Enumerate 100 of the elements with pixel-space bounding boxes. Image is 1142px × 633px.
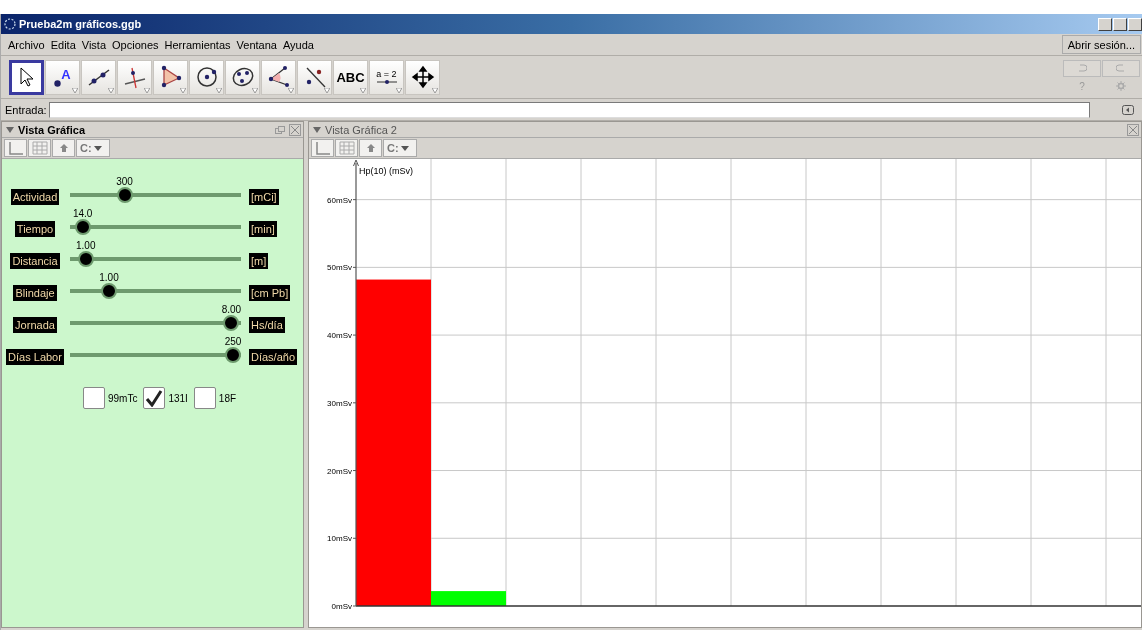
ellipse-tool-button[interactable]: [225, 59, 260, 95]
undo-icon: [1077, 64, 1087, 72]
login-button[interactable]: Abrir sesión...: [1061, 35, 1141, 54]
ellipse-icon: [230, 65, 255, 89]
menu-item[interactable]: Ayuda: [279, 38, 317, 51]
unit-label: Días/año: [249, 349, 298, 365]
unit-label: [m]: [249, 253, 269, 269]
point-icon: [54, 79, 62, 87]
dropdown-triangle-icon[interactable]: [108, 87, 114, 93]
slider-label: Días Labor: [6, 349, 64, 365]
menu-item[interactable]: Archivo: [5, 38, 48, 51]
slider[interactable]: [70, 218, 241, 236]
tick-label: 30mSv: [327, 398, 352, 408]
slider-value: 8.00: [221, 305, 242, 315]
dropdown-triangle-icon[interactable]: [324, 87, 330, 93]
polygon-tool-button[interactable]: [153, 59, 188, 95]
move-tool-button[interactable]: [405, 59, 440, 95]
close-icon[interactable]: [1127, 123, 1139, 136]
dropdown-triangle-icon[interactable]: [360, 87, 366, 93]
dropdown-triangle-icon[interactable]: [180, 87, 186, 93]
dropdown-triangle-icon[interactable]: [288, 87, 294, 93]
slider-thumb[interactable]: [223, 315, 240, 331]
slider-value: 250: [224, 337, 242, 347]
slider-thumb[interactable]: [116, 187, 133, 203]
view-title: Vista Gráfica: [18, 123, 87, 136]
close-icon[interactable]: [289, 123, 301, 136]
maximize-button[interactable]: [1113, 17, 1127, 31]
angle-tool-button[interactable]: [261, 59, 296, 95]
input-field[interactable]: [48, 101, 1090, 118]
input-label: Entrada:: [5, 103, 47, 116]
tick-label: 50mSv: [327, 263, 352, 273]
text-tool-button[interactable]: ABC: [333, 59, 368, 95]
slider[interactable]: [70, 282, 241, 300]
close-button[interactable]: [1128, 17, 1142, 31]
tick-label: 10mSv: [327, 534, 352, 544]
checkbox[interactable]: [143, 387, 166, 409]
dropdown-triangle-icon[interactable]: [396, 87, 402, 93]
menu-item[interactable]: Opciones: [109, 38, 162, 51]
home-button[interactable]: [359, 139, 382, 157]
slider[interactable]: [70, 186, 241, 204]
slider-label: Tiempo: [14, 221, 56, 237]
app-icon: [4, 18, 16, 30]
slider-thumb[interactable]: [225, 347, 241, 363]
slider-icon: [375, 78, 398, 85]
perpendicular-tool-button[interactable]: [117, 59, 152, 95]
dropdown-triangle-icon[interactable]: [216, 87, 222, 93]
point-tool-button[interactable]: A: [45, 59, 80, 95]
dropdown-triangle-icon[interactable]: [252, 87, 258, 93]
grid-icon: [338, 141, 355, 155]
move-arrows-icon: [410, 65, 435, 89]
collapse-triangle-icon[interactable]: [313, 126, 321, 133]
slider-thumb[interactable]: [74, 219, 91, 235]
point-capture-dropdown[interactable]: C:: [383, 139, 417, 157]
slider-value: 1.00: [99, 273, 119, 283]
checkbox[interactable]: [82, 387, 105, 409]
slider[interactable]: [70, 314, 241, 332]
slider[interactable]: [70, 250, 241, 268]
slider-thumb[interactable]: [77, 251, 94, 267]
circle-tool-button[interactable]: [189, 59, 224, 95]
home-button[interactable]: [52, 139, 75, 157]
view-title: Vista Gráfica 2: [325, 123, 398, 136]
axes-icon: [7, 141, 24, 155]
menu-item[interactable]: Herramientas: [161, 38, 234, 51]
perpendicular-lines-icon: [122, 65, 147, 89]
pointer-tool-button[interactable]: [9, 59, 44, 95]
menu-item[interactable]: Ventana: [233, 38, 280, 51]
checkbox-label: 99mTc: [107, 392, 138, 404]
dropdown-triangle-icon[interactable]: [72, 87, 78, 93]
slider-label: Blindaje: [13, 285, 57, 301]
unit-label: Hs/día: [249, 317, 285, 333]
caret-icon: [93, 145, 102, 151]
menu-item[interactable]: Edita: [47, 38, 79, 51]
checkbox-label: 18F: [218, 392, 237, 404]
slider-value: 1.00: [76, 241, 96, 251]
home-icon: [58, 143, 69, 153]
slider-label: Jornada: [13, 317, 57, 333]
axes-toggle-button[interactable]: [4, 139, 27, 157]
axis-label: Hp(10) (mSv): [359, 166, 413, 176]
slider-value: 300: [116, 177, 133, 187]
grid-toggle-button[interactable]: [335, 139, 358, 157]
unit-label: [min]: [249, 221, 277, 237]
line-tool-button[interactable]: [81, 59, 116, 95]
point-capture-dropdown[interactable]: C:: [76, 139, 110, 157]
tick-label: 40mSv: [327, 331, 352, 341]
slider[interactable]: [70, 346, 241, 364]
collapse-triangle-icon[interactable]: [6, 126, 14, 133]
keyboard-icon[interactable]: [1122, 104, 1134, 115]
minimize-button[interactable]: [1098, 17, 1112, 31]
checkbox[interactable]: [193, 387, 216, 409]
dropdown-triangle-icon[interactable]: [432, 87, 438, 93]
angle-icon: [266, 65, 291, 89]
axes-toggle-button[interactable]: [311, 139, 334, 157]
slider-tool-button[interactable]: a = 2: [369, 59, 404, 95]
caret-icon: [400, 145, 409, 151]
grid-toggle-button[interactable]: [28, 139, 51, 157]
dropdown-triangle-icon[interactable]: [144, 87, 150, 93]
menu-item[interactable]: Vista: [78, 38, 110, 51]
reflect-tool-button[interactable]: [297, 59, 332, 95]
slider-label: Actividad: [10, 189, 60, 205]
slider-thumb[interactable]: [101, 283, 117, 299]
